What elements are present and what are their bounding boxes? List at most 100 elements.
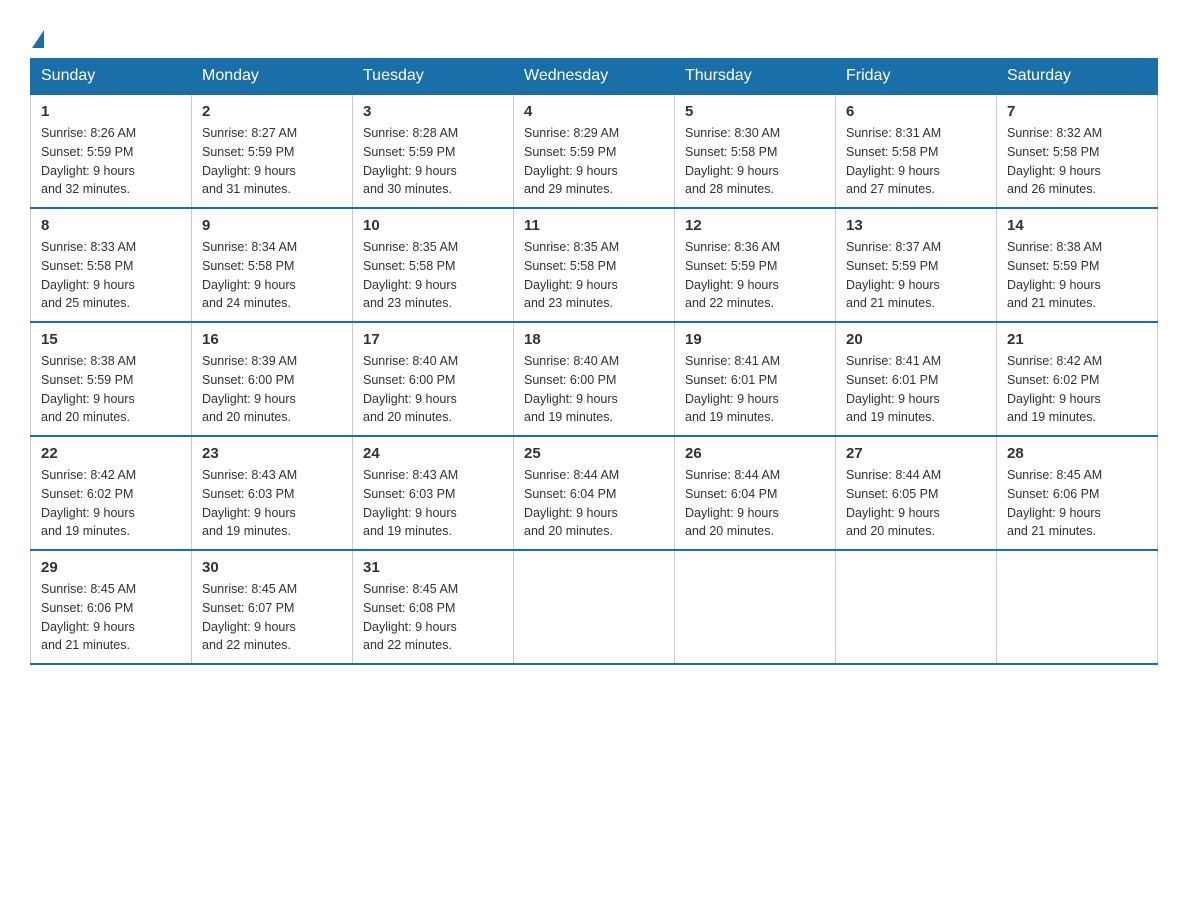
day-number: 5 [685,103,825,120]
day-number: 23 [202,445,342,462]
day-number: 14 [1007,217,1147,234]
calendar-cell: 9 Sunrise: 8:34 AM Sunset: 5:58 PM Dayli… [192,208,353,322]
day-number: 10 [363,217,503,234]
calendar-cell: 5 Sunrise: 8:30 AM Sunset: 5:58 PM Dayli… [675,94,836,208]
day-info: Sunrise: 8:41 AM Sunset: 6:01 PM Dayligh… [685,352,825,427]
day-number: 6 [846,103,986,120]
day-info: Sunrise: 8:27 AM Sunset: 5:59 PM Dayligh… [202,124,342,199]
day-number: 9 [202,217,342,234]
calendar-cell: 25 Sunrise: 8:44 AM Sunset: 6:04 PM Dayl… [514,436,675,550]
calendar-week-row: 22 Sunrise: 8:42 AM Sunset: 6:02 PM Dayl… [31,436,1158,550]
day-number: 25 [524,445,664,462]
day-number: 13 [846,217,986,234]
day-number: 3 [363,103,503,120]
calendar-cell: 15 Sunrise: 8:38 AM Sunset: 5:59 PM Dayl… [31,322,192,436]
weekday-header-sunday: Sunday [31,59,192,95]
calendar-cell: 20 Sunrise: 8:41 AM Sunset: 6:01 PM Dayl… [836,322,997,436]
day-number: 8 [41,217,181,234]
calendar-table: SundayMondayTuesdayWednesdayThursdayFrid… [30,58,1158,665]
day-number: 12 [685,217,825,234]
calendar-cell: 26 Sunrise: 8:44 AM Sunset: 6:04 PM Dayl… [675,436,836,550]
day-info: Sunrise: 8:43 AM Sunset: 6:03 PM Dayligh… [202,466,342,541]
calendar-cell: 12 Sunrise: 8:36 AM Sunset: 5:59 PM Dayl… [675,208,836,322]
calendar-cell: 7 Sunrise: 8:32 AM Sunset: 5:58 PM Dayli… [997,94,1158,208]
calendar-cell: 24 Sunrise: 8:43 AM Sunset: 6:03 PM Dayl… [353,436,514,550]
day-info: Sunrise: 8:45 AM Sunset: 6:08 PM Dayligh… [363,580,503,655]
day-info: Sunrise: 8:44 AM Sunset: 6:05 PM Dayligh… [846,466,986,541]
day-number: 17 [363,331,503,348]
day-info: Sunrise: 8:38 AM Sunset: 5:59 PM Dayligh… [41,352,181,427]
day-info: Sunrise: 8:45 AM Sunset: 6:06 PM Dayligh… [41,580,181,655]
calendar-cell: 31 Sunrise: 8:45 AM Sunset: 6:08 PM Dayl… [353,550,514,664]
calendar-cell [514,550,675,664]
day-number: 29 [41,559,181,576]
day-info: Sunrise: 8:41 AM Sunset: 6:01 PM Dayligh… [846,352,986,427]
day-info: Sunrise: 8:35 AM Sunset: 5:58 PM Dayligh… [363,238,503,313]
calendar-cell [675,550,836,664]
calendar-cell: 22 Sunrise: 8:42 AM Sunset: 6:02 PM Dayl… [31,436,192,550]
calendar-week-row: 29 Sunrise: 8:45 AM Sunset: 6:06 PM Dayl… [31,550,1158,664]
day-info: Sunrise: 8:40 AM Sunset: 6:00 PM Dayligh… [524,352,664,427]
day-number: 28 [1007,445,1147,462]
day-info: Sunrise: 8:44 AM Sunset: 6:04 PM Dayligh… [524,466,664,541]
calendar-cell: 4 Sunrise: 8:29 AM Sunset: 5:59 PM Dayli… [514,94,675,208]
logo-text [30,30,46,48]
calendar-cell: 10 Sunrise: 8:35 AM Sunset: 5:58 PM Dayl… [353,208,514,322]
calendar-cell: 8 Sunrise: 8:33 AM Sunset: 5:58 PM Dayli… [31,208,192,322]
day-number: 22 [41,445,181,462]
day-number: 15 [41,331,181,348]
calendar-cell: 3 Sunrise: 8:28 AM Sunset: 5:59 PM Dayli… [353,94,514,208]
calendar-cell [997,550,1158,664]
calendar-cell: 28 Sunrise: 8:45 AM Sunset: 6:06 PM Dayl… [997,436,1158,550]
weekday-header-monday: Monday [192,59,353,95]
calendar-week-row: 15 Sunrise: 8:38 AM Sunset: 5:59 PM Dayl… [31,322,1158,436]
day-number: 7 [1007,103,1147,120]
day-info: Sunrise: 8:40 AM Sunset: 6:00 PM Dayligh… [363,352,503,427]
logo [30,20,46,48]
day-info: Sunrise: 8:29 AM Sunset: 5:59 PM Dayligh… [524,124,664,199]
day-info: Sunrise: 8:45 AM Sunset: 6:07 PM Dayligh… [202,580,342,655]
logo-triangle-icon [32,30,44,48]
day-info: Sunrise: 8:42 AM Sunset: 6:02 PM Dayligh… [1007,352,1147,427]
day-info: Sunrise: 8:39 AM Sunset: 6:00 PM Dayligh… [202,352,342,427]
day-number: 19 [685,331,825,348]
calendar-cell: 16 Sunrise: 8:39 AM Sunset: 6:00 PM Dayl… [192,322,353,436]
calendar-cell: 30 Sunrise: 8:45 AM Sunset: 6:07 PM Dayl… [192,550,353,664]
calendar-cell: 19 Sunrise: 8:41 AM Sunset: 6:01 PM Dayl… [675,322,836,436]
day-info: Sunrise: 8:34 AM Sunset: 5:58 PM Dayligh… [202,238,342,313]
calendar-cell: 23 Sunrise: 8:43 AM Sunset: 6:03 PM Dayl… [192,436,353,550]
weekday-header-tuesday: Tuesday [353,59,514,95]
day-info: Sunrise: 8:43 AM Sunset: 6:03 PM Dayligh… [363,466,503,541]
calendar-week-row: 8 Sunrise: 8:33 AM Sunset: 5:58 PM Dayli… [31,208,1158,322]
day-number: 1 [41,103,181,120]
calendar-cell: 18 Sunrise: 8:40 AM Sunset: 6:00 PM Dayl… [514,322,675,436]
calendar-cell: 1 Sunrise: 8:26 AM Sunset: 5:59 PM Dayli… [31,94,192,208]
day-number: 18 [524,331,664,348]
day-info: Sunrise: 8:31 AM Sunset: 5:58 PM Dayligh… [846,124,986,199]
day-info: Sunrise: 8:45 AM Sunset: 6:06 PM Dayligh… [1007,466,1147,541]
day-number: 4 [524,103,664,120]
day-info: Sunrise: 8:32 AM Sunset: 5:58 PM Dayligh… [1007,124,1147,199]
calendar-cell: 2 Sunrise: 8:27 AM Sunset: 5:59 PM Dayli… [192,94,353,208]
day-info: Sunrise: 8:35 AM Sunset: 5:58 PM Dayligh… [524,238,664,313]
weekday-header-wednesday: Wednesday [514,59,675,95]
day-number: 16 [202,331,342,348]
page-header [30,20,1158,48]
calendar-cell: 21 Sunrise: 8:42 AM Sunset: 6:02 PM Dayl… [997,322,1158,436]
day-info: Sunrise: 8:42 AM Sunset: 6:02 PM Dayligh… [41,466,181,541]
day-info: Sunrise: 8:38 AM Sunset: 5:59 PM Dayligh… [1007,238,1147,313]
day-number: 11 [524,217,664,234]
weekday-header-thursday: Thursday [675,59,836,95]
day-info: Sunrise: 8:37 AM Sunset: 5:59 PM Dayligh… [846,238,986,313]
calendar-cell: 6 Sunrise: 8:31 AM Sunset: 5:58 PM Dayli… [836,94,997,208]
day-info: Sunrise: 8:28 AM Sunset: 5:59 PM Dayligh… [363,124,503,199]
calendar-cell: 27 Sunrise: 8:44 AM Sunset: 6:05 PM Dayl… [836,436,997,550]
day-number: 21 [1007,331,1147,348]
weekday-header-saturday: Saturday [997,59,1158,95]
day-number: 26 [685,445,825,462]
calendar-cell: 29 Sunrise: 8:45 AM Sunset: 6:06 PM Dayl… [31,550,192,664]
day-info: Sunrise: 8:26 AM Sunset: 5:59 PM Dayligh… [41,124,181,199]
calendar-week-row: 1 Sunrise: 8:26 AM Sunset: 5:59 PM Dayli… [31,94,1158,208]
calendar-cell: 13 Sunrise: 8:37 AM Sunset: 5:59 PM Dayl… [836,208,997,322]
calendar-cell: 14 Sunrise: 8:38 AM Sunset: 5:59 PM Dayl… [997,208,1158,322]
